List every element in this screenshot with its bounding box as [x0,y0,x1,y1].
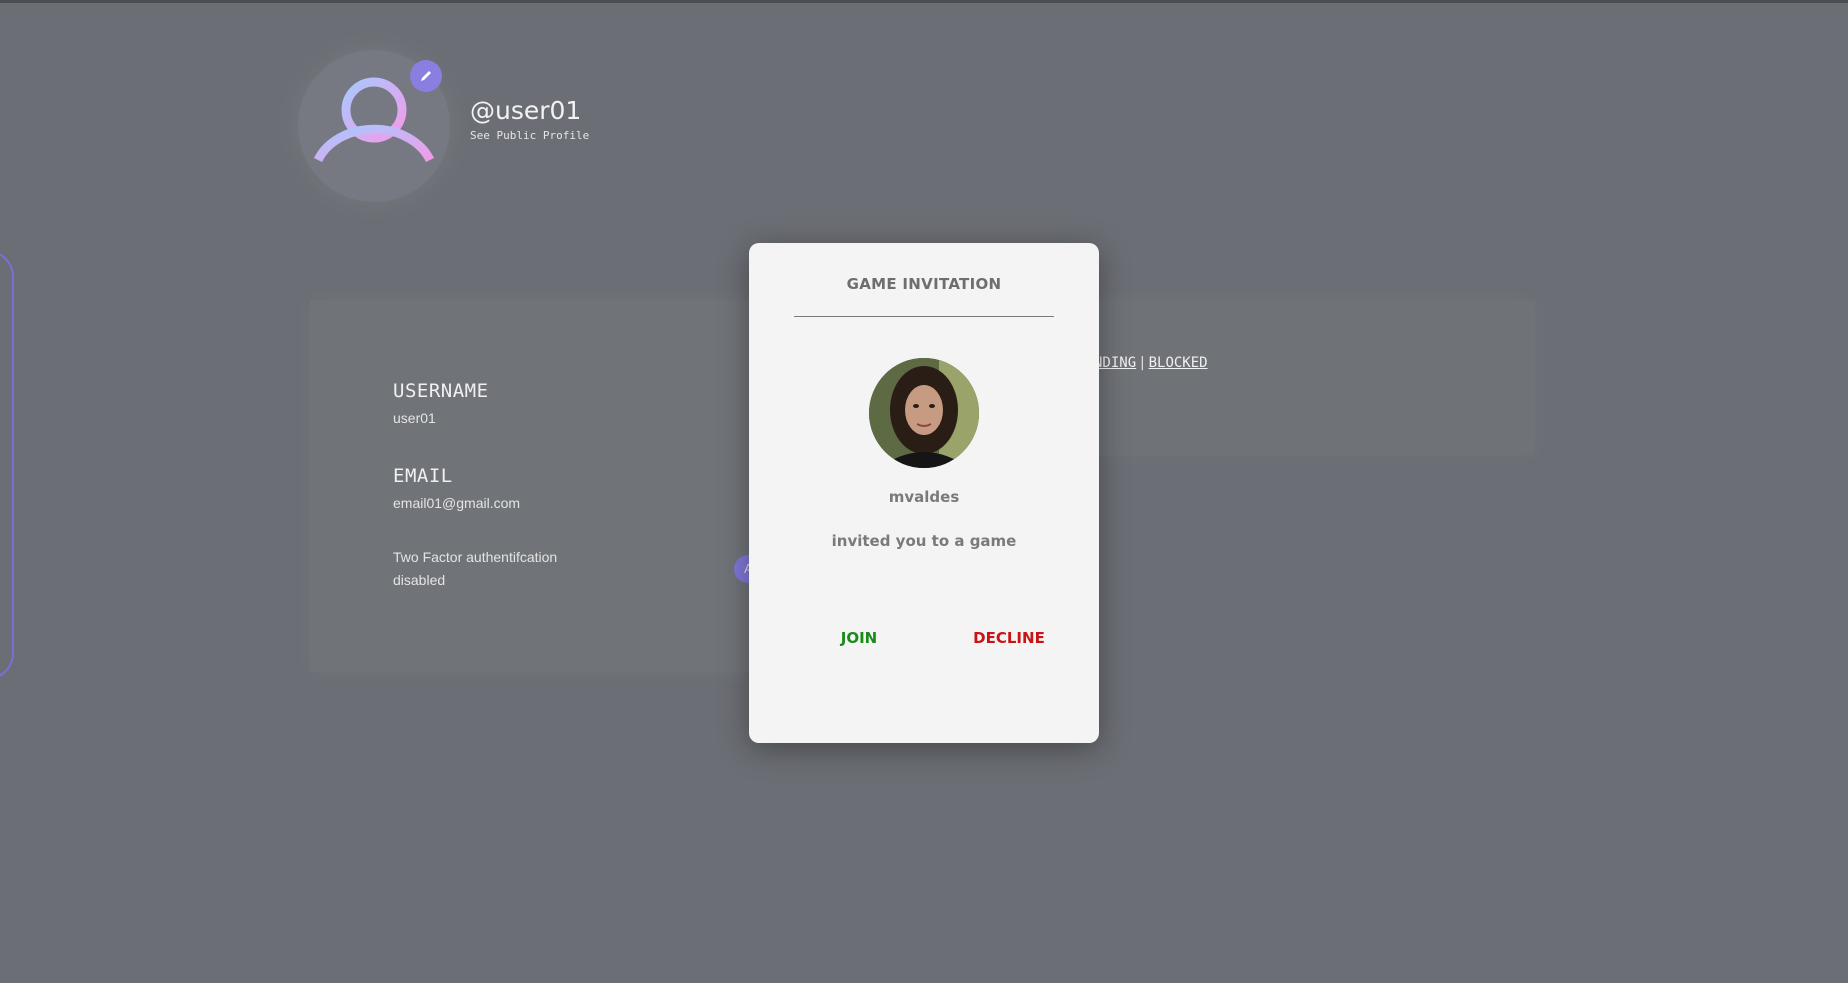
join-button[interactable]: JOIN [819,623,899,653]
side-nav-panel [0,250,14,680]
see-public-profile-link[interactable]: See Public Profile [470,129,589,142]
username-label: USERNAME [393,380,489,402]
account-info-card [310,300,760,672]
game-invitation-modal: GAME INVITATION mvaldes invited you to a… [749,243,1099,743]
twofa-label: Two Factor authentifcation [393,549,558,565]
inviter-photo-image [869,358,979,468]
modal-divider [794,316,1054,317]
inviter-avatar [869,358,979,468]
profile-handle: @user01 [470,96,582,125]
modal-title: GAME INVITATION [846,275,1002,293]
twofa-status: disabled [393,572,446,588]
username-value: user01 [393,410,436,426]
tab-pending[interactable]: NDING [1094,355,1136,371]
pencil-icon [421,71,431,81]
friends-card [1080,300,1535,455]
edit-avatar-button[interactable] [410,60,442,92]
tab-separator: | [1138,355,1147,371]
friends-tabs: NDING | BLOCKED [1094,355,1208,371]
inviter-name: mvaldes [888,488,960,506]
tab-blocked[interactable]: BLOCKED [1149,355,1208,371]
profile-page: @user01 See Public Profile USERNAME user… [0,0,1848,983]
invitation-message: invited you to a game [831,532,1017,550]
email-label: EMAIL [393,465,453,487]
email-value: email01@gmail.com [393,495,521,511]
decline-button[interactable]: DECLINE [954,623,1064,653]
